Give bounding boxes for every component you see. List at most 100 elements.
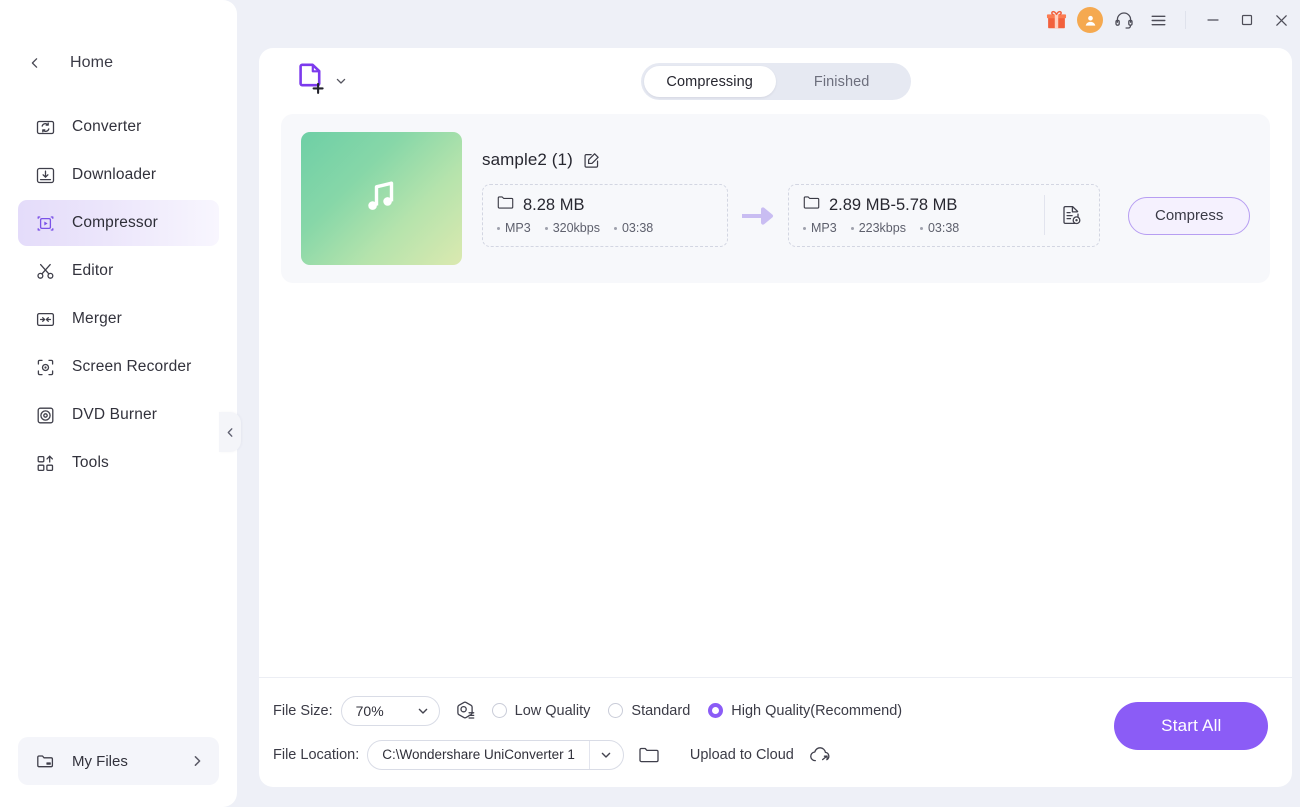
arrow-right-icon [742, 206, 774, 225]
radio-button [708, 703, 724, 718]
folder-icon [497, 195, 514, 215]
file-size-value: 70% [355, 702, 384, 719]
music-note-icon [358, 172, 406, 225]
sidebar: Home Converter Downloader Compressor Edi… [0, 0, 241, 807]
radio-label: Standard [631, 702, 691, 719]
tab-compressing[interactable]: Compressing [643, 66, 776, 97]
upload-to-cloud-label[interactable]: Upload to Cloud [690, 747, 794, 763]
file-title-row: sample2 (1) [482, 150, 1250, 170]
source-duration: 03:38 [621, 221, 654, 235]
edit-icon[interactable] [583, 152, 600, 169]
compressor-icon [34, 212, 56, 234]
radio-button [491, 703, 507, 718]
chevron-right-icon [191, 755, 203, 767]
file-size-select[interactable]: 70% [340, 695, 440, 726]
main-region: Compressing Finished sample2 (1) 8.28 MB… [237, 0, 1300, 807]
sidebar-item-label: DVD Burner [72, 406, 158, 423]
sidebar-item-label: Compressor [72, 214, 158, 231]
output-divider [1044, 195, 1045, 235]
sidebar-item-label: Merger [72, 310, 122, 327]
output-duration: 03:38 [927, 221, 960, 235]
maximize-button[interactable] [1230, 5, 1264, 35]
file-size-row: File Size: 70% Low Quality Standard High… [273, 695, 920, 726]
cloud-upload-icon[interactable] [808, 745, 832, 765]
file-details: sample2 (1) 8.28 MB MP3 320kbps 03:38 2.… [482, 150, 1251, 247]
tools-icon [34, 452, 56, 474]
file-location-select[interactable]: C:\Wondershare UniConverter 1 [367, 739, 624, 770]
sidebar-item-label: Editor [72, 262, 114, 279]
home-label: Home [70, 54, 114, 71]
radio-high-quality[interactable]: High Quality(Recommend) [708, 703, 902, 719]
sidebar-item-merger[interactable]: Merger [18, 296, 219, 342]
scissors-icon [34, 260, 56, 282]
file-size-label: File Size: [273, 702, 333, 719]
converter-icon [34, 116, 56, 138]
tab-finished[interactable]: Finished [776, 66, 908, 97]
my-files-section: My Files [0, 737, 237, 807]
file-list: sample2 (1) 8.28 MB MP3 320kbps 03:38 2.… [259, 114, 1292, 677]
gift-icon[interactable] [1039, 5, 1073, 35]
my-files-button[interactable]: My Files [18, 737, 219, 785]
status-tabs: Compressing Finished [640, 63, 911, 100]
output-size: 2.89 MB-5.78 MB [829, 195, 958, 214]
file-location-label: File Location: [273, 746, 360, 763]
sidebar-item-compressor[interactable]: Compressor [18, 200, 219, 246]
sidebar-item-label: Screen Recorder [72, 358, 192, 375]
chevron-down-icon[interactable] [335, 75, 347, 87]
settings-controls: File Size: 70% Low Quality Standard High… [273, 695, 920, 770]
output-info-box: 2.89 MB-5.78 MB MP3 223kbps 03:38 [788, 184, 1100, 247]
add-file-icon [297, 63, 327, 100]
sidebar-item-screen-recorder[interactable]: Screen Recorder [18, 344, 219, 390]
file-location-value: C:\Wondershare UniConverter 1 [382, 746, 575, 762]
sidebar-item-editor[interactable]: Editor [18, 248, 219, 294]
radio-label: High Quality(Recommend) [731, 702, 903, 719]
card-toolbar: Compressing Finished [259, 48, 1292, 114]
quality-settings-icon[interactable] [454, 700, 476, 722]
titlebar-divider [1185, 11, 1187, 29]
sidebar-item-converter[interactable]: Converter [18, 104, 219, 150]
sidebar-item-downloader[interactable]: Downloader [18, 152, 219, 198]
sidebar-collapse-handle[interactable] [219, 412, 241, 452]
sidebar-home[interactable]: Home [0, 46, 237, 80]
back-chevron-icon[interactable] [28, 56, 42, 70]
output-meta: MP3 223kbps 03:38 [803, 221, 1028, 235]
minimize-button[interactable] [1196, 5, 1230, 35]
sidebar-item-tools[interactable]: Tools [18, 440, 219, 486]
source-size-row: 8.28 MB [497, 195, 713, 215]
add-file-button[interactable] [297, 63, 347, 100]
title-bar [237, 0, 1300, 40]
folder-icon [803, 195, 820, 215]
compress-button[interactable]: Compress [1128, 196, 1251, 235]
my-files-label: My Files [72, 752, 128, 770]
file-title: sample2 (1) [482, 150, 573, 169]
output-bitrate: 223kbps [858, 221, 906, 235]
support-icon[interactable] [1107, 5, 1141, 35]
content-card: Compressing Finished sample2 (1) 8.28 MB… [259, 48, 1293, 787]
source-format: MP3 [505, 221, 531, 235]
file-thumbnail [301, 132, 462, 265]
downloader-icon [34, 164, 56, 186]
menu-icon[interactable] [1141, 5, 1175, 35]
output-settings-icon[interactable] [1059, 203, 1085, 227]
sidebar-nav: Converter Downloader Compressor Editor M… [0, 104, 237, 486]
source-meta: MP3 320kbps 03:38 [497, 221, 713, 235]
output-size-row: 2.89 MB-5.78 MB [803, 195, 1028, 215]
radio-standard[interactable]: Standard [608, 703, 690, 719]
dvd-burner-icon [34, 404, 56, 426]
close-button[interactable] [1264, 5, 1298, 35]
output-format: MP3 [811, 221, 837, 235]
sidebar-item-dvd-burner[interactable]: DVD Burner [18, 392, 219, 438]
file-meta-row: 8.28 MB MP3 320kbps 03:38 2.89 MB-5.78 M… [482, 184, 1251, 247]
settings-bar: File Size: 70% Low Quality Standard High… [259, 677, 1293, 787]
file-item[interactable]: sample2 (1) 8.28 MB MP3 320kbps 03:38 2.… [281, 114, 1271, 283]
sidebar-item-label: Downloader [72, 166, 157, 183]
chevron-down-icon [417, 705, 429, 717]
file-location-row: File Location: C:\Wondershare UniConvert… [273, 739, 920, 770]
chevron-down-icon[interactable] [588, 740, 623, 769]
app-window: Home Converter Downloader Compressor Edi… [0, 0, 1300, 807]
quality-radio-group: Low Quality Standard High Quality(Recomm… [491, 703, 920, 719]
start-all-button[interactable]: Start All [1114, 702, 1269, 750]
avatar[interactable] [1073, 5, 1107, 35]
browse-folder-icon[interactable] [638, 745, 660, 765]
radio-low-quality[interactable]: Low Quality [491, 703, 590, 719]
